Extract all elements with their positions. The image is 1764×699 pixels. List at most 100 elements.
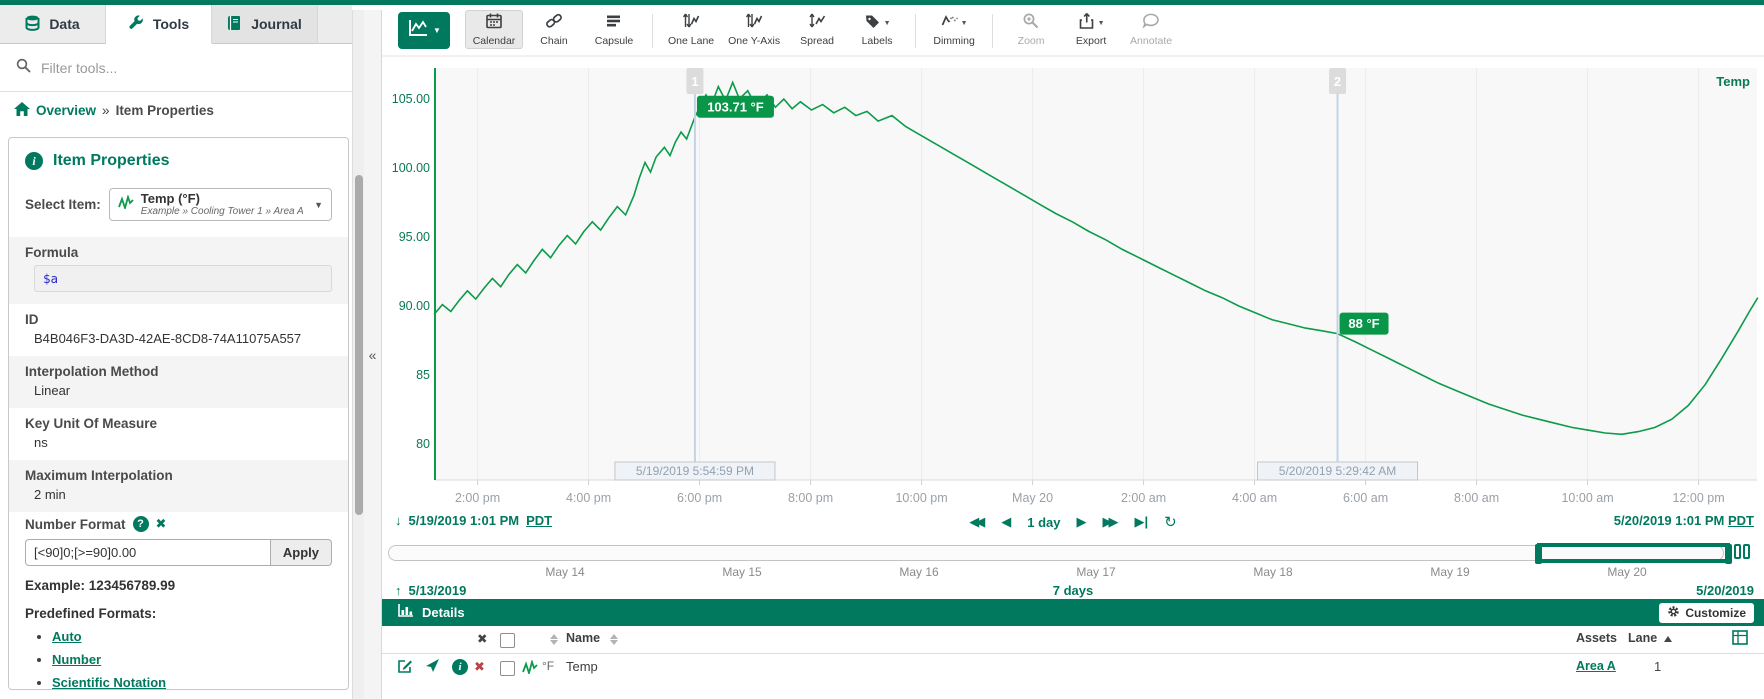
toolbar-button-capsule[interactable]: Capsule — [585, 10, 643, 49]
number-format-input[interactable] — [25, 539, 270, 566]
toolbar-button-calendar[interactable]: Calendar — [465, 10, 523, 49]
sidebar-collapse-button[interactable]: « — [364, 10, 382, 699]
step-back-double-button[interactable]: ◀◀ — [969, 514, 981, 530]
scrollbar-thumb[interactable] — [355, 175, 363, 515]
list-item: Number — [52, 651, 332, 669]
row-name[interactable]: Temp — [566, 659, 598, 674]
range-end-time[interactable]: 5/20/2019 1:01 PM — [1614, 513, 1725, 528]
apply-button[interactable]: Apply — [270, 539, 332, 566]
toolbar-button-label: Capsule — [595, 35, 634, 47]
row-checkbox[interactable] — [500, 661, 515, 679]
toolbar-button-dimming[interactable]: ▼Dimming — [925, 10, 983, 49]
slider-date-label: May 18 — [1253, 565, 1292, 579]
investigate-icon[interactable] — [425, 658, 440, 676]
predefined-format-link-auto[interactable]: Auto — [52, 629, 82, 644]
breadcrumb: Overview » Item Properties — [0, 92, 352, 129]
slider-date-label: May 16 — [899, 565, 938, 579]
toolbar-button-spread[interactable]: Spread — [788, 10, 846, 49]
x-axis-tick-label: 4:00 am — [1232, 491, 1277, 505]
help-icon[interactable]: ? — [133, 516, 149, 532]
customize-button[interactable]: Customize — [1659, 603, 1754, 623]
timezone-link[interactable]: PDT — [1728, 513, 1754, 528]
selection-left-handle[interactable] — [1535, 544, 1542, 564]
slider-end-date[interactable]: 5/20/2019 — [1696, 583, 1754, 598]
toolbar-button-export[interactable]: ▼Export — [1062, 10, 1120, 49]
home-icon[interactable] — [14, 102, 30, 119]
details-table-header: ✖ Name Assets Lane — [382, 626, 1764, 654]
toolbar-button-labels[interactable]: ▼Labels — [848, 10, 906, 49]
column-header-assets[interactable]: Assets — [1576, 631, 1617, 645]
item-select-dropdown[interactable]: Temp (°F) Example » Cooling Tower 1 » Ar… — [109, 188, 332, 221]
x-axis-tick-label: 12:00 pm — [1672, 491, 1724, 505]
formula-input[interactable]: $a — [34, 265, 332, 292]
date-range-selection[interactable] — [1537, 543, 1730, 563]
time-navigation-row: ↓ 5/19/2019 1:01 PM PDT ◀◀ ◀ 1 day ▶ ▶▶ … — [382, 510, 1764, 536]
column-header-name[interactable]: Name — [566, 631, 600, 645]
predefined-formats-heading: Predefined Formats: — [25, 606, 332, 621]
filter-tools-search[interactable]: Filter tools... — [0, 44, 352, 92]
duration-label[interactable]: 1 day — [1027, 515, 1060, 530]
sort-icon[interactable] — [610, 634, 618, 645]
export-icon — [1078, 12, 1096, 35]
resize-selection-icon[interactable] — [1734, 544, 1750, 559]
remove-item-icon[interactable]: ✖ — [474, 659, 485, 675]
capsule-marker-number: 1 — [691, 74, 698, 89]
property-value: Linear — [34, 383, 332, 398]
y-axis-tick-label: 105.00 — [392, 92, 430, 106]
sort-icon[interactable] — [550, 634, 558, 645]
clear-format-icon[interactable]: ✖ — [156, 516, 167, 532]
property-label: Maximum Interpolation — [25, 468, 332, 483]
item-info-icon[interactable]: i — [452, 659, 468, 675]
property-key-unit-of-measure: Key Unit Of Measurens — [25, 408, 332, 460]
legend-temp[interactable]: Temp — [1716, 74, 1750, 89]
spread-icon — [808, 12, 826, 35]
calendar-icon — [485, 12, 503, 35]
breadcrumb-current: Item Properties — [116, 103, 214, 118]
step-back-button[interactable]: ◀ — [1001, 514, 1011, 530]
trend-toolbar: ▼ Calendar Chain Capsule One LaneOne Y-Axis… — [382, 5, 1764, 55]
step-to-end-button[interactable]: ▶| — [1135, 514, 1149, 530]
wrench-icon — [128, 15, 144, 34]
details-table-row: i ✖ °F Temp Area A 1 — [382, 654, 1764, 682]
property-label: ID — [25, 312, 332, 327]
toolbar-button-chain[interactable]: Chain — [525, 10, 583, 49]
row-asset-link[interactable]: Area A — [1576, 659, 1616, 673]
toolbar-button-one-y-axis[interactable]: One Y-Axis — [722, 10, 786, 49]
property-value: B4B046F3-DA3D-42AE-8CD8-74A11075A557 — [34, 331, 332, 346]
step-forward-button[interactable]: ▶ — [1077, 514, 1087, 530]
slider-span[interactable]: 7 days — [382, 583, 1764, 598]
main-area: ▼ Calendar Chain Capsule One LaneOne Y-Axis… — [382, 5, 1764, 694]
customize-label: Customize — [1685, 606, 1746, 620]
asset-columns-icon[interactable] — [1732, 630, 1748, 648]
capsule-timestamp-text: 5/19/2019 5:54:59 PM — [636, 464, 754, 478]
labels-icon — [864, 12, 882, 35]
view-mode-button[interactable]: ▼ — [398, 12, 450, 49]
tab-tools[interactable]: Tools — [106, 5, 212, 44]
predefined-format-link-number[interactable]: Number — [52, 652, 101, 667]
toolbar-separator — [652, 14, 653, 48]
selection-right-handle[interactable] — [1725, 544, 1732, 564]
tab-journal[interactable]: Journal — [212, 5, 318, 43]
number-format-label: Number Format — [25, 517, 126, 532]
trend-chart[interactable]: 2:00 pm4:00 pm6:00 pm8:00 pm10:00 pmMay … — [382, 55, 1764, 505]
property-formula: Formula$a — [9, 237, 348, 304]
tab-data[interactable]: Data — [0, 5, 106, 43]
toolbar-button-one-lane[interactable]: One Lane — [662, 10, 720, 49]
step-forward-double-button[interactable]: ▶▶ — [1103, 514, 1115, 530]
edit-properties-icon[interactable] — [397, 658, 413, 677]
toolbar-button-label: Labels — [862, 35, 893, 47]
predefined-formats-list: Auto Number Scientific Notation — [37, 628, 332, 690]
predefined-format-link-scientific-notation[interactable]: Scientific Notation — [52, 675, 166, 690]
date-range-slider-track[interactable] — [388, 545, 1724, 561]
sort-ascending-icon[interactable] — [1664, 636, 1672, 642]
toolbar-button-label: Calendar — [473, 35, 516, 47]
toolbar-button-label: Export — [1076, 35, 1106, 47]
plot-area[interactable] — [435, 68, 1757, 480]
select-item-row: Select Item: Temp (°F) Example » Cooling… — [25, 188, 332, 221]
refresh-icon[interactable]: ↻ — [1164, 513, 1177, 531]
breadcrumb-overview-link[interactable]: Overview — [36, 103, 96, 118]
remove-all-icon[interactable]: ✖ — [477, 631, 487, 646]
select-all-checkbox[interactable] — [500, 633, 515, 651]
dimming-icon — [941, 12, 959, 35]
column-header-lane[interactable]: Lane — [1628, 631, 1657, 645]
